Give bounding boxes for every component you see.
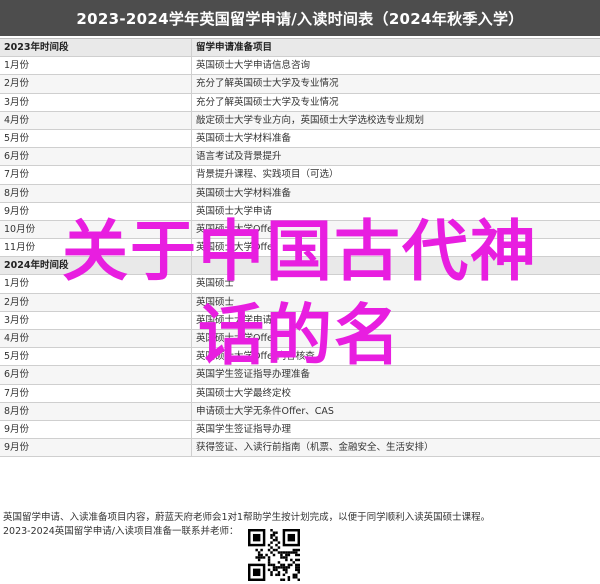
period-cell: 8月份: [0, 184, 192, 202]
period-cell: 5月份: [0, 129, 192, 148]
item-cell: 英国硕士大学Offer: [196, 223, 277, 235]
table-row: 3月份 英国硕士大学申请: [0, 311, 600, 330]
item-cell: 英国硕士大学Offer: [196, 242, 277, 254]
table-row: 4月份 敲定硕士大学专业方向，英国硕士大学选校选专业规划: [0, 111, 600, 130]
period-cell: 2024年时间段: [0, 257, 192, 275]
period-cell: 4月份: [0, 330, 192, 348]
period-cell: 7月份: [0, 166, 192, 184]
item-cell: 英国学生签证指导办理: [196, 423, 292, 435]
qr-code-image[interactable]: [248, 529, 300, 581]
item-cell: 英国硕士大学申请: [196, 314, 273, 326]
item-cell: 语言考试及背景提升: [196, 151, 282, 163]
item-cell: 充分了解英国硕士大学及专业情况: [196, 96, 339, 108]
item-cell: 英国硕士: [196, 296, 235, 308]
table-row: 8月份 英国硕士大学材料准备: [0, 184, 600, 203]
footer-note: 英国留学申请、入读准备项目内容，蔚蓝天府老师会1对1帮助学生按计划完成，以便于同…: [3, 512, 491, 523]
item-cell: 英国学生签证指导办理准备: [196, 369, 311, 381]
period-cell: 2023年时间段: [0, 39, 192, 57]
table-row: 6月份 英国学生签证指导办理准备: [0, 366, 600, 385]
table-row: 4月份 英国硕士大学Offer: [0, 330, 600, 349]
item-cell: 英国硕士大学申请信息咨询: [196, 60, 311, 72]
table-row: 11月份 英国硕士大学Offer: [0, 239, 600, 258]
table-row: 2月份 英国硕士: [0, 293, 600, 312]
table-row: 7月份 背景提升课程、实践项目（可选）: [0, 166, 600, 185]
table-row: 9月份 获得签证、入读行前指南（机票、金融安全、生活安排）: [0, 439, 600, 458]
item-cell: 申请硕士大学无条件Offer、CAS: [196, 405, 334, 417]
period-cell: 1月份: [0, 57, 192, 75]
table-header-row: 2023年时间段 留学申请准备项目: [0, 39, 600, 58]
item-cell: 英国硕士大学材料准备: [196, 132, 292, 144]
item-cell: 英国硕士大学材料准备: [196, 187, 292, 199]
table-row: 9月份 英国学生签证指导办理: [0, 420, 600, 440]
table-row: 6月份 语言考试及背景提升: [0, 148, 600, 167]
period-cell: 6月份: [0, 148, 192, 166]
item-cell: 充分了解英国硕士大学及专业情况: [196, 78, 339, 90]
footer: 英国留学申请、入读准备项目内容，蔚蓝天府老师会1对1帮助学生按计划完成，以便于同…: [0, 511, 600, 539]
table-row: 3月份 充分了解英国硕士大学及专业情况: [0, 93, 600, 112]
table-row: 10月份 英国硕士大学Offer: [0, 220, 600, 240]
period-cell: 9月份: [0, 439, 192, 457]
footer-contact: 2023-2024英国留学申请/入读项目准备一联系并老师：: [3, 526, 239, 537]
item-cell: 背景提升课程、实践项目（可选）: [196, 169, 339, 181]
table-header-row: 2024年时间段: [0, 257, 600, 276]
period-cell: 7月份: [0, 384, 192, 402]
period-cell: 2月份: [0, 293, 192, 311]
period-cell: 8月份: [0, 402, 192, 420]
item-cell: 获得签证、入读行前指南（机票、金融安全、生活安排）: [196, 442, 434, 454]
period-cell: 11月份: [0, 239, 192, 257]
item-cell: [192, 257, 600, 274]
period-cell: 4月份: [0, 111, 192, 129]
period-cell: 10月份: [0, 220, 192, 239]
period-cell: 3月份: [0, 311, 192, 329]
item-cell: 英国硕士大学Offer: [196, 333, 277, 344]
page-title: 2023-2024学年英国留学申请/入读时间表（2024年秋季入学）: [0, 0, 600, 36]
table-row: 7月份 英国硕士大学最终定校: [0, 384, 600, 403]
table-row: 1月份 英国硕士大学申请信息咨询: [0, 57, 600, 76]
table-row: 5月份 英国硕士大学Offer内容核查: [0, 348, 600, 367]
item-cell: 英国硕士: [196, 278, 235, 290]
table-row: 9月份 英国硕士大学申请: [0, 202, 600, 221]
item-cell: 英国硕士大学最终定校: [196, 387, 292, 399]
period-cell: 6月份: [0, 366, 192, 384]
period-cell: 5月份: [0, 348, 192, 366]
period-cell: 9月份: [0, 420, 192, 439]
table-row: 2月份 充分了解英国硕士大学及专业情况: [0, 75, 600, 94]
table-row: 8月份 申请硕士大学无条件Offer、CAS: [0, 402, 600, 421]
item-cell: 留学申请准备项目: [196, 42, 273, 53]
item-cell: 敲定硕士大学专业方向，英国硕士大学选校选专业规划: [196, 114, 425, 126]
period-cell: 2月份: [0, 75, 192, 93]
timeline-table: 2023年时间段 留学申请准备项目 1月份 英国硕士大学申请信息咨询 2月份 充分了解英国…: [0, 38, 600, 458]
period-cell: 9月份: [0, 202, 192, 220]
table-row: 1月份 英国硕士: [0, 275, 600, 294]
period-cell: 1月份: [0, 275, 192, 293]
item-cell: 英国硕士大学申请: [196, 205, 273, 217]
table-row: 5月份 英国硕士大学材料准备: [0, 129, 600, 149]
item-cell: 英国硕士大学Offer内容核查: [196, 351, 315, 363]
period-cell: 3月份: [0, 93, 192, 111]
